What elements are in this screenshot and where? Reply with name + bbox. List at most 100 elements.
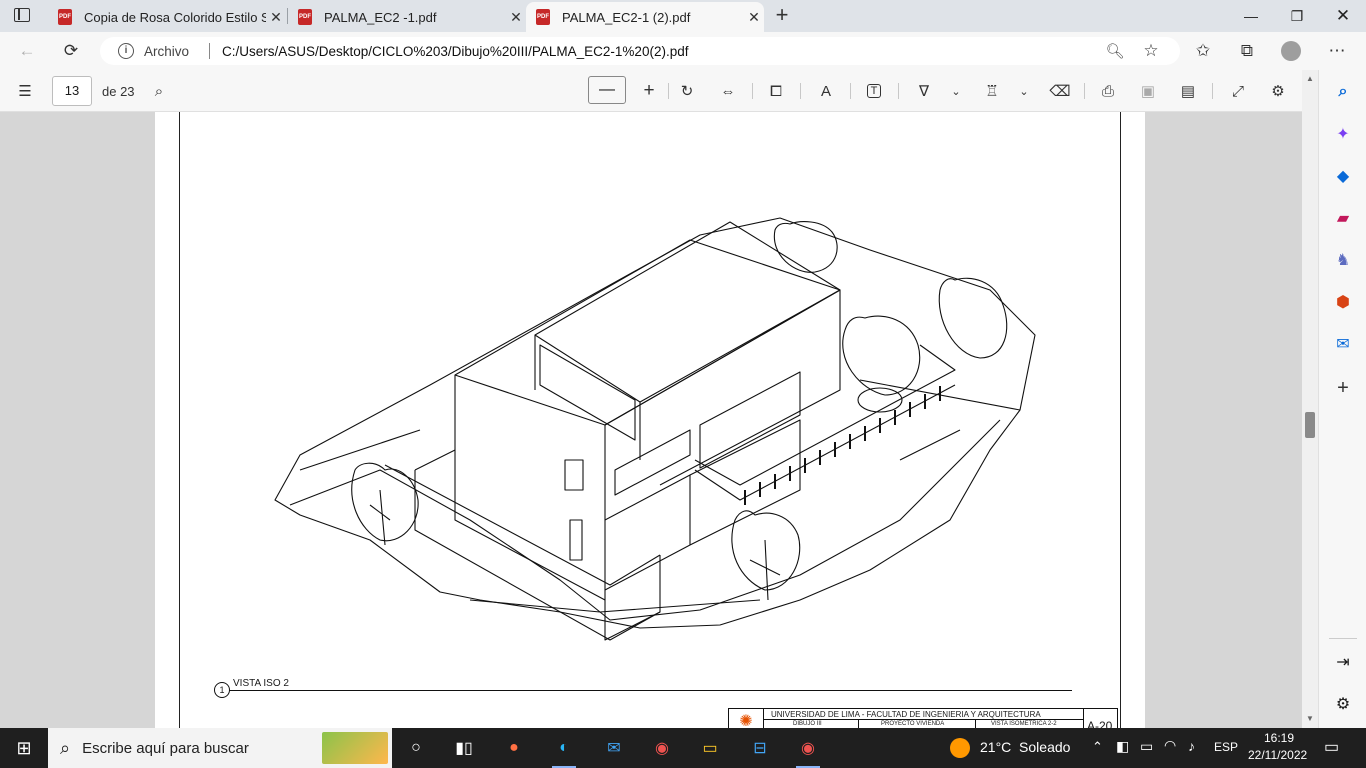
print-icon[interactable]: ⎙ — [1096, 80, 1120, 102]
page-count: de 23 — [102, 84, 135, 99]
pdf-icon: PDF — [536, 9, 550, 25]
vertical-scrollbar[interactable]: ▲ ▼ — [1302, 70, 1318, 728]
settings-icon[interactable]: ⚙ — [1266, 80, 1290, 102]
chrome-profile-icon[interactable]: ◉ — [794, 734, 822, 768]
battery-icon[interactable]: ▭ — [1140, 738, 1153, 755]
contents-icon[interactable]: ☰ — [14, 80, 36, 102]
page-view-icon[interactable]: ⧠ — [764, 80, 788, 102]
save-as-icon[interactable]: ▤ — [1176, 80, 1200, 102]
institution-name: UNIVERSIDAD DE LIMA - FACULTAD DE INGENI… — [771, 710, 1041, 719]
clock-time[interactable]: 16:19 — [1264, 731, 1294, 745]
hidden-icons-icon[interactable]: ⌃ — [1092, 739, 1103, 755]
view-number: 1 — [219, 685, 225, 695]
start-icon[interactable]: ⊞ — [10, 734, 38, 762]
isometric-drawing — [274, 217, 1036, 641]
address-field[interactable]: i Archivo C:/Users/ASUS/Desktop/CICLO%20… — [100, 37, 1180, 65]
close-window-icon[interactable]: ✕ — [1320, 0, 1366, 32]
read-aloud-icon[interactable]: A — [814, 80, 838, 102]
tab-label: PALMA_EC2 -1.pdf — [324, 9, 437, 25]
favorites-icon[interactable]: ✩ — [1188, 36, 1218, 66]
weather-icon[interactable] — [950, 738, 970, 758]
language-indicator[interactable]: ESP — [1214, 740, 1238, 754]
chrome-icon[interactable]: ◉ — [648, 734, 676, 762]
cortana-icon[interactable]: ○ — [402, 734, 430, 762]
minimize-icon[interactable]: — — [1228, 0, 1274, 32]
tab-label: PALMA_EC2-1 (2).pdf — [562, 9, 691, 25]
scroll-down-icon[interactable]: ▼ — [1306, 714, 1314, 723]
pdf-page: 1 VISTA ISO 2 ✺ UNIVERSIDAD DE LIMA - FA… — [155, 112, 1145, 728]
highlight-options-icon[interactable]: ⌄ — [1016, 80, 1032, 102]
info-icon[interactable]: i — [118, 43, 134, 59]
edge-sidebar: ⌕ ✦ ◆ ▰ ♞ ⬢ ✉ + ⇥ ⚙ — [1318, 70, 1366, 728]
zoom-icon[interactable]: 🔍︎ — [1100, 36, 1130, 66]
outlook-icon[interactable]: ✉ — [1331, 332, 1355, 356]
shopping-icon[interactable]: ◆ — [1331, 164, 1355, 188]
eraser-icon[interactable]: ⌫ — [1048, 80, 1072, 102]
draw-options-icon[interactable]: ⌄ — [948, 80, 964, 102]
task-view-icon[interactable]: ▮▯ — [450, 734, 478, 762]
tab-palma-ec2-1[interactable]: PDF PALMA_EC2 -1.pdf ✕ — [288, 2, 526, 32]
view-title-underline — [229, 690, 1072, 691]
clock-date[interactable]: 22/11/2022 — [1248, 748, 1307, 762]
university-logo: ✺ — [739, 713, 753, 728]
sidebar-settings-icon[interactable]: ⚙ — [1331, 692, 1355, 716]
security-label: Archivo — [144, 43, 190, 59]
tab-copia-rosa[interactable]: PDF Copia de Rosa Colorido Estilo Se ✕ — [48, 2, 286, 32]
save-icon[interactable]: ▣ — [1136, 80, 1160, 102]
fullscreen-icon[interactable]: ⤢ — [1226, 80, 1250, 102]
rotate-icon[interactable]: ↻ — [676, 80, 698, 102]
scroll-up-icon[interactable]: ▲ — [1306, 74, 1314, 83]
zoom-in-icon[interactable]: + — [638, 80, 660, 102]
meet-icon[interactable]: ◧ — [1116, 738, 1129, 755]
taskbar-search[interactable]: ⌕ Escribe aquí para buscar — [48, 728, 392, 768]
title-block: ✺ UNIVERSIDAD DE LIMA - FACULTAD DE INGE… — [728, 708, 1118, 728]
sheet-code: A-20 — [1087, 719, 1113, 728]
text-icon[interactable]: T — [862, 80, 886, 102]
copilot-icon[interactable]: ✦ — [1331, 122, 1355, 146]
search-icon: ⌕ — [60, 737, 71, 758]
store-icon[interactable]: ⊟ — [746, 734, 774, 762]
taskbar: ⊞ ⌕ Escribe aquí para buscar ○ ▮▯ ● ◐ ✉ … — [0, 728, 1366, 768]
add-sidebar-app-icon[interactable]: + — [1331, 376, 1355, 400]
refresh-icon[interactable]: ⟳ — [56, 36, 86, 66]
pdf-viewer[interactable]: 1 VISTA ISO 2 ✺ UNIVERSIDAD DE LIMA - FA… — [0, 112, 1302, 728]
firefox-icon[interactable]: ● — [500, 734, 528, 762]
fit-width-icon[interactable]: ⇔ — [716, 80, 740, 102]
mail-icon[interactable]: ✉ — [600, 734, 628, 762]
notifications-icon[interactable]: ▭ — [1324, 737, 1339, 757]
course-name: DIBUJO III — [793, 721, 822, 727]
back-icon[interactable]: ← — [12, 36, 42, 66]
project-name: PROYECTO VIVIENDA — [881, 721, 945, 727]
games-icon[interactable]: ♞ — [1331, 248, 1355, 272]
zoom-out-button[interactable]: — — [588, 76, 626, 104]
volume-icon[interactable]: ♪ — [1188, 738, 1195, 754]
tab-actions-icon[interactable] — [14, 8, 30, 22]
profile-avatar[interactable] — [1276, 36, 1306, 66]
highlight-icon[interactable]: ♖ — [980, 80, 1004, 102]
draw-icon[interactable]: ∇ — [912, 80, 936, 102]
office-icon[interactable]: ⬢ — [1331, 290, 1355, 314]
wifi-icon[interactable]: ◠ — [1164, 737, 1176, 754]
view-number-circle: 1 — [214, 682, 230, 698]
pdf-icon: PDF — [58, 9, 72, 25]
sidebar-search-icon[interactable]: ⌕ — [1331, 80, 1355, 104]
page-number-input[interactable]: 13 — [52, 76, 92, 106]
new-tab-icon[interactable]: + — [770, 4, 794, 28]
search-icon[interactable]: ⌕ — [148, 80, 170, 102]
search-placeholder: Escribe aquí para buscar — [82, 739, 249, 757]
scroll-thumb[interactable] — [1305, 412, 1315, 438]
edge-icon[interactable]: ◐ — [550, 734, 578, 768]
file-explorer-icon[interactable]: ▭ — [696, 734, 724, 762]
close-tab-icon[interactable]: ✕ — [744, 9, 764, 26]
tab-strip: PDF Copia de Rosa Colorido Estilo Se ✕ P… — [0, 0, 1366, 32]
add-favorite-icon[interactable]: ☆ — [1136, 36, 1166, 66]
tab-palma-ec2-1-2[interactable]: PDF PALMA_EC2-1 (2).pdf ✕ — [526, 2, 764, 32]
hide-sidebar-icon[interactable]: ⇥ — [1331, 650, 1355, 674]
restore-icon[interactable]: ❐ — [1274, 0, 1320, 32]
weather-text[interactable]: 21°C Soleado — [980, 739, 1070, 755]
collections-icon[interactable]: ⧉ — [1232, 36, 1262, 66]
close-tab-icon[interactable]: ✕ — [506, 9, 526, 26]
more-options-icon[interactable]: ⋯ — [1322, 36, 1352, 66]
close-tab-icon[interactable]: ✕ — [266, 9, 286, 26]
tools-icon[interactable]: ▰ — [1331, 206, 1355, 230]
